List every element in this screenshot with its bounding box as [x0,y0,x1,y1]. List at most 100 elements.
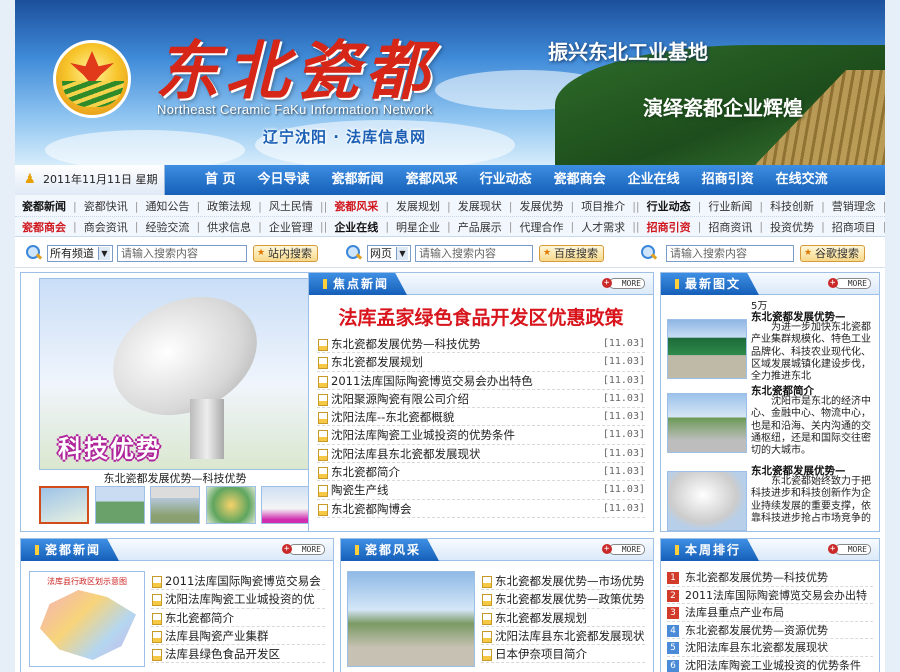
news-more-button[interactable]: MORE [281,544,325,555]
nav-item[interactable]: 招商引资 [702,165,754,195]
thumbnail[interactable] [261,486,311,524]
rank-item[interactable]: 6 沈阳法库陶瓷工业城投资的优势条件 [667,657,873,672]
nav-item[interactable]: 行业动态 [480,165,532,195]
news-item[interactable]: 东北瓷都简介 [151,609,325,627]
rank-item[interactable]: 1 东北瓷都发展优势—科技优势 [667,569,873,587]
rank-item[interactable]: 4 东北瓷都发展优势—资源优势 [667,622,873,639]
sub-nav-link[interactable]: 明星企业 [389,219,447,235]
chevron-down-icon: ▼ [396,246,408,260]
featured-image[interactable]: 科技优势 [39,278,311,470]
channel-select[interactable]: 所有频道 ▼ [47,244,113,262]
featured-caption[interactable]: 东北瓷都发展优势—科技优势 [39,470,311,486]
nav-item[interactable]: 企业在线 [628,165,680,195]
sub-nav-category[interactable]: 行业动态 [640,198,698,214]
latest-pics-tab[interactable]: 最新图文 [661,273,760,295]
news-item[interactable]: 法库县绿色食品开发区 [151,645,325,664]
sub-nav-link[interactable]: 企业管理 [262,219,320,235]
sub-nav-link[interactable]: 产品展示 [451,219,509,235]
weekly-rank-tab[interactable]: 本周排行 [661,539,760,561]
sub-nav-link[interactable]: 风土民情 [262,198,320,214]
sub-nav-category[interactable]: 瓷都商会 [15,219,73,235]
news-item[interactable]: 东北瓷都发展规划 [11.03] [317,353,645,372]
site-logo[interactable] [53,40,131,118]
news-item[interactable]: 法库县陶瓷产业集群 [151,627,325,646]
sub-nav-link[interactable]: 商会资讯 [77,219,135,235]
news-item[interactable]: 沈阳法库陶瓷工业城投资的优势条件 [11.03] [317,426,645,445]
thumbnail[interactable] [205,486,256,524]
sub-nav-link[interactable]: 人才需求 [574,219,632,235]
rank-item[interactable]: 2 2011法库国际陶瓷博览交易会办出特 [667,587,873,604]
sub-nav: 瓷都新闻 | 瓷都快讯 | 通知公告 | 政策法规 | 风土民情 | | 瓷都风采 | 发展规划 | 发展现状… [15,195,885,237]
sub-nav-category[interactable]: 瓷都风采 [327,198,385,214]
cidu-style-tab[interactable]: 瓷都风采 [341,539,440,561]
sub-nav-link[interactable]: 科技创新 [763,198,821,214]
news-item[interactable]: 东北瓷都发展优势—科技优势 [11.03] [317,335,645,354]
news-item[interactable]: 日本伊奈项目简介 [481,645,645,664]
news-item[interactable]: 2011法库国际陶瓷博览交易会办出特色 [11.03] [317,371,645,390]
sub-nav-link[interactable]: 行业新闻 [701,198,759,214]
sub-nav-link[interactable]: 发展规划 [389,198,447,214]
news-item[interactable]: 沈阳法库县东北瓷都发展现状 [11.03] [317,444,645,464]
news-item[interactable]: 沈阳聚源陶瓷有限公司介绍 [11.03] [317,389,645,409]
street-photo[interactable] [347,571,475,667]
nav-item[interactable]: 今日导读 [258,165,310,195]
district-map-image[interactable]: 法库县行政区划示意图 [29,571,145,667]
news-item[interactable]: 沈阳法库陶瓷工业城投资的优 [151,590,325,609]
news-item[interactable]: 东北瓷都发展规划 [481,609,645,627]
sub-nav-link[interactable]: 瓷都快讯 [77,198,135,214]
rank-item-title: 法库县重点产业布局 [685,606,784,619]
sub-nav-link[interactable]: 发展现状 [451,198,509,214]
thumbnail[interactable] [150,486,200,524]
baidu-search-button[interactable]: 百度搜索 [539,244,604,262]
sub-nav-link[interactable]: 营销理念 [825,198,883,214]
search-bar: 所有频道 ▼ 请输入搜索内容 站内搜索 网页 ▼ 请输入搜索内容 百度搜索 请输入搜… [15,238,885,268]
sub-nav-link[interactable]: 招商资讯 [701,219,759,235]
focus-more-button[interactable]: MORE [601,278,645,289]
rank-item[interactable]: 5 沈阳法库县东北瓷都发展现状 [667,639,873,657]
news-item[interactable]: 沈阳法库县东北瓷都发展现状 [481,627,645,646]
focus-headline[interactable]: 法库孟家绿色食品开发区优惠政策 [309,303,653,330]
google-search-button[interactable]: 谷歌搜索 [800,244,865,262]
latest-more-button[interactable]: MORE [827,278,871,289]
sub-nav-link[interactable]: 通知公告 [138,198,196,214]
sub-nav-link[interactable]: 投资优势 [763,219,821,235]
google-search-group: 请输入搜索内容 谷歌搜索 [640,243,865,263]
cidu-news-tab[interactable]: 瓷都新闻 [21,539,120,561]
chevron-down-icon: ▼ [98,246,110,260]
thumbnail[interactable] [39,486,89,524]
news-item[interactable]: 东北瓷都发展优势—政策优势 [481,590,645,609]
news-item[interactable]: 东北瓷都发展优势—市场优势 [481,572,645,591]
style-more-button[interactable]: MORE [601,544,645,555]
focus-news-panel: 焦点新闻 MORE 法库孟家绿色食品开发区优惠政策 东北瓷都发展优势—科技优势 [… [308,272,654,532]
sub-nav-link[interactable]: 发展优势 [512,198,570,214]
rank-more-button[interactable]: MORE [827,544,871,555]
sub-nav-link[interactable]: 供求信息 [200,219,258,235]
news-item[interactable]: 东北瓷都简介 [11.03] [317,463,645,482]
news-item[interactable]: 2011法库国际陶瓷博览交易会 [151,572,325,591]
nav-item[interactable]: 首 页 [205,165,236,195]
site-search-input[interactable]: 请输入搜索内容 [117,244,247,262]
nav-item[interactable]: 瓷都商会 [554,165,606,195]
baidu-search-input[interactable]: 请输入搜索内容 [415,244,533,262]
nav-item[interactable]: 瓷都新闻 [332,165,384,195]
sub-nav-link[interactable]: 项目推介 [574,198,632,214]
map-title: 法库县行政区划示意图 [47,577,127,586]
site-search-button[interactable]: 站内搜索 [253,244,318,262]
news-item[interactable]: 沈阳法库--东北瓷都概貌 [11.03] [317,408,645,427]
sub-nav-category[interactable]: 招商引资 [640,219,698,235]
web-type-select[interactable]: 网页 ▼ [367,244,411,262]
sub-nav-category[interactable]: 瓷都新闻 [15,198,73,214]
nav-item[interactable]: 瓷都风采 [406,165,458,195]
sub-nav-link[interactable]: 招商项目 [825,219,883,235]
nav-item[interactable]: 在线交流 [776,165,828,195]
sub-nav-link[interactable]: 经验交流 [138,219,196,235]
thumbnail[interactable] [94,486,145,524]
sub-nav-link[interactable]: 政策法规 [200,198,258,214]
rank-item[interactable]: 3 法库县重点产业布局 [667,604,873,622]
sub-nav-link[interactable]: 代理合作 [512,219,570,235]
google-search-input[interactable]: 请输入搜索内容 [666,244,794,262]
sub-nav-category[interactable]: 企业在线 [327,219,385,235]
news-item[interactable]: 陶瓷生产线 [11.03] [317,481,645,500]
focus-news-tab[interactable]: 焦点新闻 [309,273,408,295]
news-item[interactable]: 东北瓷都陶博会 [11.03] [317,499,645,518]
